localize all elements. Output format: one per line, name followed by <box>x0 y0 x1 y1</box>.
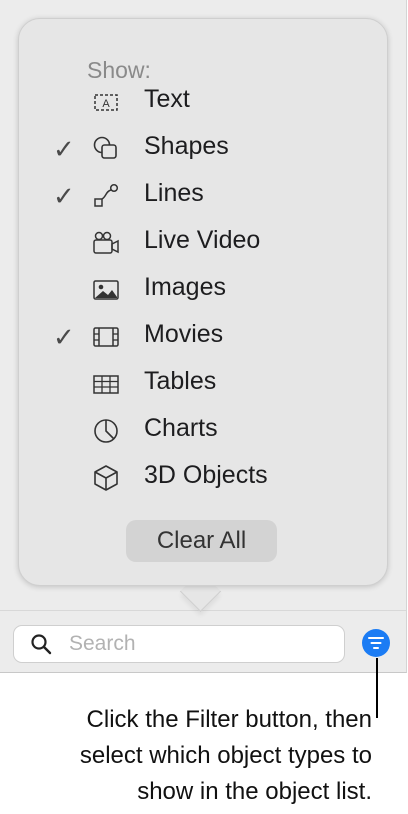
caption: Click the Filter button, then select whi… <box>0 702 372 810</box>
svg-text:A: A <box>102 98 110 110</box>
menu-item-label: 3D Objects <box>144 461 268 489</box>
menu-item-label: Tables <box>144 367 217 395</box>
search-placeholder: Search <box>69 632 136 655</box>
film-icon <box>91 322 121 352</box>
check-icon: ✓ <box>53 181 75 211</box>
lines-icon <box>91 181 121 211</box>
popover-header: Show: <box>87 57 151 83</box>
app-window: Show: A Text ✓ Shapes ✓ Lines Live Video… <box>0 0 407 673</box>
image-icon <box>91 275 121 305</box>
menu-item-label: Images <box>144 273 226 301</box>
filter-button[interactable] <box>362 629 390 657</box>
caption-line-2: select which object types to <box>79 742 372 769</box>
menu-item-charts[interactable]: Charts <box>47 410 387 454</box>
menu-item-label: Live Video <box>144 226 261 254</box>
menu-item-live-video[interactable]: Live Video <box>47 222 387 266</box>
clear-all-button[interactable]: Clear All <box>126 520 277 562</box>
live-video-icon <box>91 228 121 258</box>
menu-item-label: Charts <box>144 414 218 442</box>
menu-item-label: Lines <box>144 179 204 207</box>
filter-icon <box>368 637 384 649</box>
search-icon <box>29 632 53 656</box>
callout-line <box>376 658 378 718</box>
check-icon: ✓ <box>53 322 75 352</box>
menu-item-shapes[interactable]: ✓ Shapes <box>47 128 387 172</box>
caption-line-1: Click the Filter button, then <box>86 706 372 733</box>
divider <box>0 610 406 611</box>
filter-popover: Show: A Text ✓ Shapes ✓ Lines Live Video… <box>18 18 388 586</box>
chart-icon <box>91 416 121 446</box>
menu-item-movies[interactable]: ✓ Movies <box>47 316 387 360</box>
menu-item-label: Shapes <box>144 132 229 160</box>
table-icon <box>91 369 121 399</box>
menu-item-label: Text <box>144 85 190 113</box>
menu-item-3d-objects[interactable]: 3D Objects <box>47 457 387 501</box>
cube-icon <box>91 463 121 493</box>
text-box-icon: A <box>91 87 121 117</box>
menu-item-images[interactable]: Images <box>47 269 387 313</box>
search-input[interactable]: Search <box>13 625 345 663</box>
menu-item-label: Movies <box>144 320 224 348</box>
shapes-icon <box>91 134 121 164</box>
check-icon: ✓ <box>53 134 75 164</box>
caption-line-3: show in the object list. <box>137 778 372 805</box>
menu-item-tables[interactable]: Tables <box>47 363 387 407</box>
menu-item-text[interactable]: A Text <box>47 81 387 125</box>
menu-item-lines[interactable]: ✓ Lines <box>47 175 387 219</box>
